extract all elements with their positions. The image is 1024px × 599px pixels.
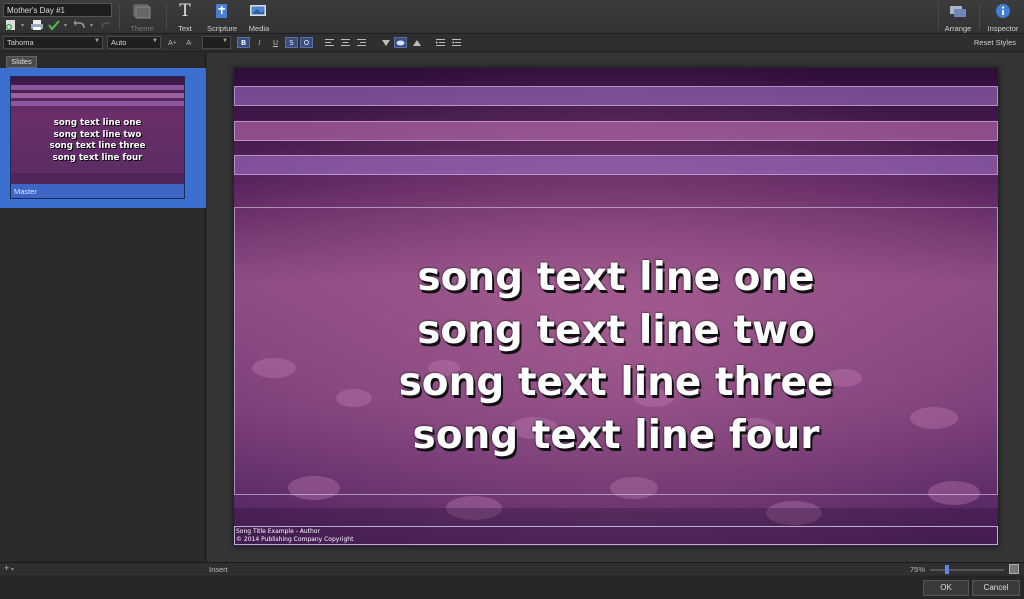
media-icon [249, 3, 269, 19]
song-title-author: Song Title Example - Author [236, 528, 320, 535]
zoom-slider-handle[interactable] [945, 565, 949, 574]
spellcheck-icon[interactable] [47, 19, 61, 31]
arrange-button[interactable]: Arrange [942, 3, 974, 33]
valign-top-icon[interactable] [410, 37, 423, 48]
align-left-icon[interactable] [323, 37, 336, 48]
thumbnail-line: song text line one [53, 118, 142, 128]
scripture-button[interactable]: Scripture [206, 3, 238, 33]
align-center-icon[interactable] [339, 37, 352, 48]
indent-icon[interactable] [450, 37, 463, 48]
slide-canvas[interactable]: song text line one song text line two so… [234, 68, 998, 546]
theme-label: Theme [130, 24, 154, 33]
lyric-line: song text line four [412, 412, 820, 458]
arrange-label: Arrange [944, 24, 972, 33]
new-dropdown-icon[interactable]: ▾ [21, 19, 27, 31]
fit-to-window-icon[interactable] [1009, 564, 1019, 574]
chevron-down-icon: ▼ [152, 38, 158, 44]
align-right-icon[interactable] [355, 37, 368, 48]
lyric-line: song text line three [398, 360, 834, 405]
thumbnail-line: song text line three [49, 141, 146, 151]
decorative-band [234, 86, 998, 106]
cancel-button[interactable]: Cancel [972, 580, 1020, 596]
media-button[interactable]: Media [245, 3, 273, 33]
lyric-line: song text line two [417, 307, 815, 353]
theme-button[interactable]: Theme [129, 3, 155, 33]
increase-font-button[interactable]: A + [166, 37, 179, 48]
media-label: Media [248, 24, 270, 33]
font-size-select[interactable]: Auto ▼ [107, 36, 161, 49]
spellcheck-dropdown-icon[interactable]: ▾ [64, 19, 70, 31]
decorative-band [234, 121, 998, 141]
toolbar-separator [119, 4, 120, 30]
arrange-icon [948, 3, 968, 19]
text-icon: T [179, 1, 191, 21]
zoom-level: 75% [910, 565, 926, 574]
inspector-button[interactable]: Inspector [986, 3, 1020, 33]
new-slide-icon[interactable] [4, 19, 18, 31]
main-toolbar: Mother's Day #1 ▾ ▾ ▾ Theme T Text Scrip… [0, 0, 1024, 34]
font-family-select[interactable]: Tahoma ▼ [3, 36, 103, 49]
outline-button[interactable]: O [300, 37, 313, 48]
strikethrough-button[interactable]: S [285, 37, 298, 48]
undo-dropdown-icon[interactable]: ▾ [90, 19, 96, 31]
toolbar-separator [166, 4, 167, 30]
underline-button[interactable]: U [269, 37, 282, 48]
decrease-font-button[interactable]: A- [183, 37, 196, 48]
font-family-value: Tahoma [7, 38, 34, 47]
scripture-label: Scripture [206, 24, 237, 33]
thumbnail-line: song text line four [52, 152, 143, 163]
bold-button[interactable]: B [237, 37, 250, 48]
insert-mode-indicator: Insert [209, 565, 228, 574]
tab-slides[interactable]: Slides [6, 56, 37, 68]
quick-access-bar: ▾ ▾ ▾ [4, 19, 113, 31]
info-icon [995, 3, 1011, 19]
add-slide-button[interactable]: + ▾ [4, 563, 14, 573]
lyric-line: song text line one [417, 255, 815, 300]
text-button[interactable]: T Text [174, 1, 196, 34]
print-icon[interactable] [30, 19, 44, 31]
copyright-line: © 2014 Publishing Company Copyright [236, 535, 354, 543]
footer-text: Song Title Example - Author © 2014 Publi… [236, 528, 353, 543]
font-size-value: Auto [111, 38, 127, 47]
zoom-slider-track[interactable] [930, 569, 1004, 571]
toolbar-separator [979, 4, 980, 30]
lyrics-text: song text line one song text line two so… [234, 252, 998, 462]
slide-label: Master [11, 184, 184, 198]
toolbar-separator [938, 4, 939, 30]
outdent-icon[interactable] [434, 37, 447, 48]
slide-thumbnail[interactable]: song text line one song text line two so… [10, 76, 185, 199]
theme-icon [133, 3, 151, 19]
slides-panel: Slides song text line one song text line… [0, 53, 206, 562]
undo-icon[interactable] [73, 19, 87, 31]
status-bar: + ▾ Insert 75% [0, 562, 1024, 575]
chevron-down-icon: ▼ [94, 38, 100, 44]
scripture-icon [214, 3, 230, 19]
document-title-field[interactable]: Mother's Day #1 [3, 3, 112, 17]
italic-button[interactable]: I [253, 37, 266, 48]
inspector-label: Inspector [987, 24, 1019, 33]
reset-styles-button[interactable]: Reset Styles [974, 38, 1016, 47]
chevron-down-icon: ▼ [222, 38, 228, 44]
text-color-select[interactable]: ▼ [202, 36, 231, 49]
thumbnail-line: song text line two [53, 129, 142, 140]
format-toolbar: Tahoma ▼ Auto ▼ A + A- ▼ B I U S O Reset… [0, 34, 1024, 52]
presentation-editor: Mother's Day #1 ▾ ▾ ▾ Theme T Text Scrip… [0, 0, 1024, 599]
slide-list-item[interactable]: song text line one song text line two so… [0, 68, 206, 208]
thumbnail-lyrics: song text line one song text line two so… [11, 118, 184, 164]
valign-bottom-icon[interactable] [379, 37, 392, 48]
dialog-button-bar: OK Cancel [0, 576, 1024, 599]
redo-icon[interactable] [99, 19, 113, 31]
ok-button[interactable]: OK [923, 580, 969, 596]
decorative-band [234, 155, 998, 175]
valign-middle-icon[interactable] [394, 37, 407, 48]
text-label: Text [178, 24, 192, 33]
